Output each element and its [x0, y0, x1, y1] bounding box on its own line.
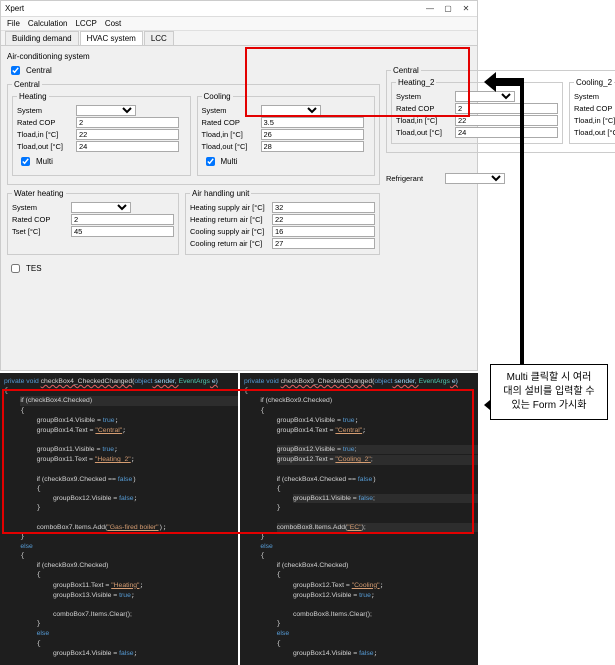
form-body: Air-conditioning system Central Central … [1, 46, 477, 370]
heating-system-select[interactable] [76, 105, 136, 116]
menu-lccp[interactable]: LCCP [75, 19, 96, 28]
minimize-button[interactable]: — [423, 4, 437, 14]
refrigerant-select[interactable] [445, 173, 505, 184]
heating2-tout[interactable] [455, 127, 558, 138]
group-heating2: Heating_2 System Rated COP Tload,in [°C]… [391, 78, 563, 144]
connector-line [520, 82, 524, 366]
ahu-cr[interactable] [272, 238, 375, 249]
menu-calculation[interactable]: Calculation [28, 19, 68, 28]
tab-building-demand[interactable]: Building demand [5, 31, 79, 45]
heating-cop[interactable] [76, 117, 179, 128]
code-area: private void checkBox4_CheckedChanged(ob… [0, 373, 478, 665]
group-water-heating: Water heating System Rated COP Tset [°C] [7, 189, 179, 255]
heating2-system-select[interactable] [455, 91, 515, 102]
code-pane-left: private void checkBox4_CheckedChanged(ob… [0, 373, 238, 665]
menu-cost[interactable]: Cost [105, 19, 121, 28]
menubar: File Calculation LCCP Cost [1, 17, 477, 31]
checkbox-heating-multi[interactable] [21, 157, 30, 166]
heating-tout[interactable] [76, 141, 179, 152]
wh-tset[interactable] [71, 226, 174, 237]
ahu-hs[interactable] [272, 202, 375, 213]
refrigerant-label: Refrigerant [386, 174, 441, 183]
window-title: Xpert [5, 4, 24, 13]
tab-hvac-system[interactable]: HVAC system [80, 31, 143, 45]
left-column: Air-conditioning system Central Central … [7, 52, 380, 278]
checkbox-central[interactable]: Central [7, 63, 380, 78]
annotation-label: Multi 클릭할 시 여러 대의 설비를 입력할 수 있는 Form 가시화 [490, 364, 608, 420]
code-pane-right: private void checkBox9_CheckedChanged(ob… [240, 373, 478, 665]
cooling-tin[interactable] [261, 129, 364, 140]
cooling-system-select[interactable] [261, 105, 321, 116]
arrow-top-icon [484, 72, 524, 92]
app-window: Xpert — ▢ ✕ File Calculation LCCP Cost B… [0, 0, 478, 371]
section-ac: Air-conditioning system [7, 52, 380, 61]
close-button[interactable]: ✕ [459, 4, 473, 14]
checkbox-tes[interactable]: TES [7, 261, 380, 276]
group-cooling: Cooling System Rated COP Tload,in [°C] T… [197, 92, 376, 176]
maximize-button[interactable]: ▢ [441, 4, 455, 14]
cooling-cop[interactable] [261, 117, 364, 128]
ahu-cs[interactable] [272, 226, 375, 237]
ahu-hr[interactable] [272, 214, 375, 225]
group-central: Central Heating System Rated COP Tload,i… [7, 80, 380, 185]
cooling-tout[interactable] [261, 141, 364, 152]
group-cooling2: Cooling_2 System Rated COP Tload,in [°C]… [569, 78, 615, 144]
tab-lcc[interactable]: LCC [144, 31, 174, 45]
tab-bar: Building demand HVAC system LCC [1, 31, 477, 46]
checkbox-cooling-multi[interactable] [206, 157, 215, 166]
window-buttons: — ▢ ✕ [423, 4, 473, 14]
heating2-tin[interactable] [455, 115, 558, 126]
heating2-cop[interactable] [455, 103, 558, 114]
group-heating: Heating System Rated COP Tload,in [°C] T… [12, 92, 191, 176]
group-ahu: Air handling unit Heating supply air [°C… [185, 189, 380, 255]
titlebar: Xpert — ▢ ✕ [1, 1, 477, 17]
checkbox-central-input[interactable] [11, 66, 20, 75]
menu-file[interactable]: File [7, 19, 20, 28]
wh-system-select[interactable] [71, 202, 131, 213]
checkbox-tes-input[interactable] [11, 264, 20, 273]
wh-cop[interactable] [71, 214, 174, 225]
heating-tin[interactable] [76, 129, 179, 140]
